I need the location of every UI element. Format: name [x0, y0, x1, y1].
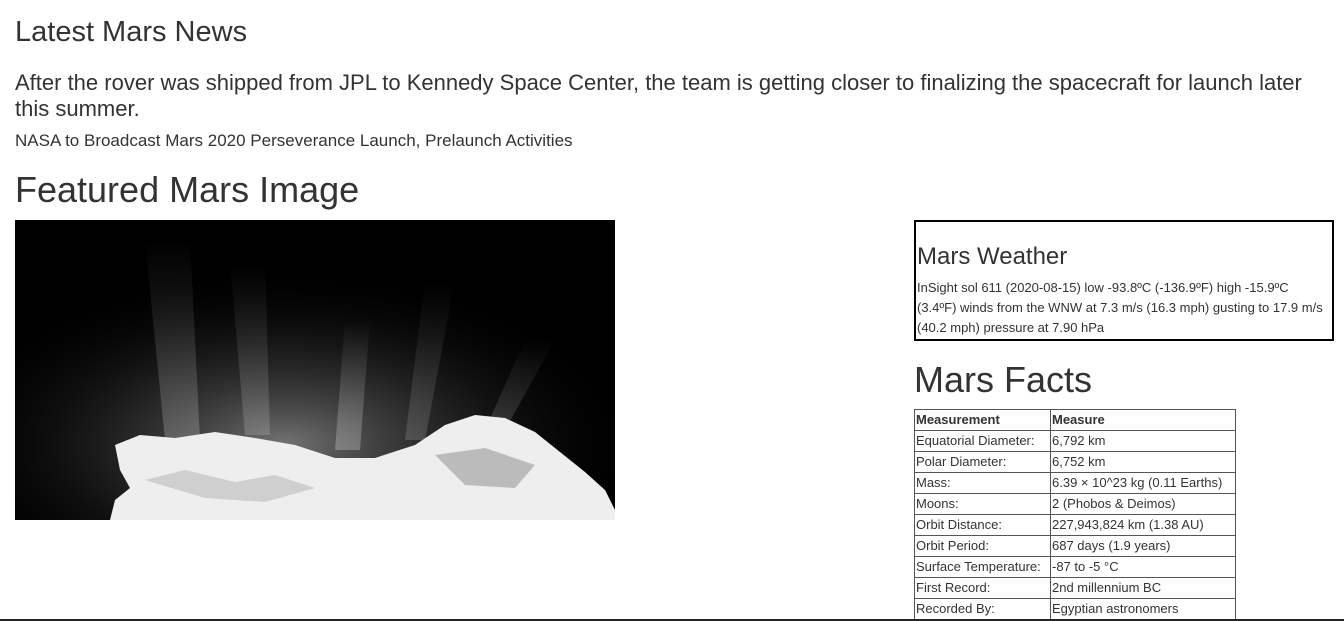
table-header-row: Measurement Measure	[914, 409, 1236, 431]
table-row: Orbit Distance: 227,943,824 km (1.38 AU)	[914, 514, 1236, 536]
fact-label: First Record:	[914, 577, 1051, 599]
table-row: Surface Temperature: -87 to -5 °C	[914, 556, 1236, 578]
header-measurement: Measurement	[914, 409, 1051, 431]
news-headline: NASA to Broadcast Mars 2020 Perseverance…	[15, 131, 573, 150]
fact-value: 6,752 km	[1050, 451, 1236, 473]
fact-label: Orbit Period:	[914, 535, 1051, 557]
facts-table: Measurement Measure Equatorial Diameter:…	[914, 409, 1236, 620]
facts-title: Mars Facts	[914, 359, 1093, 400]
weather-text: InSight sol 611 (2020-08-15) low -93.8ºC…	[917, 280, 1323, 335]
fact-label: Orbit Distance:	[914, 514, 1051, 536]
fact-value: 687 days (1.9 years)	[1050, 535, 1236, 557]
fact-value: Egyptian astronomers	[1050, 598, 1236, 620]
featured-image-title: Featured Mars Image	[15, 169, 360, 210]
fact-label: Polar Diameter:	[914, 451, 1051, 473]
table-row: Orbit Period: 687 days (1.9 years)	[914, 535, 1236, 557]
table-row: Polar Diameter: 6,752 km	[914, 451, 1236, 473]
weather-title: Mars Weather	[917, 243, 1068, 270]
fact-label: Recorded By:	[914, 598, 1051, 620]
featured-image	[15, 220, 615, 520]
fact-label: Equatorial Diameter:	[914, 430, 1051, 452]
table-row: Moons: 2 (Phobos & Deimos)	[914, 493, 1236, 515]
fact-value: 6.39 × 10^23 kg (0.11 Earths)	[1050, 472, 1236, 494]
fact-label: Surface Temperature:	[914, 556, 1051, 578]
fact-value: 6,792 km	[1050, 430, 1236, 452]
table-row: Recorded By: Egyptian astronomers	[914, 598, 1236, 620]
weather-box: Mars Weather InSight sol 611 (2020-08-15…	[914, 220, 1334, 341]
fact-value: 2nd millennium BC	[1050, 577, 1236, 599]
news-teaser: After the rover was shipped from JPL to …	[15, 70, 1302, 121]
table-row: First Record: 2nd millennium BC	[914, 577, 1236, 599]
fact-label: Moons:	[914, 493, 1051, 515]
fact-value: 227,943,824 km (1.38 AU)	[1050, 514, 1236, 536]
latest-news-title: Latest Mars News	[15, 16, 248, 48]
table-row: Mass: 6.39 × 10^23 kg (0.11 Earths)	[914, 472, 1236, 494]
table-row: Equatorial Diameter: 6,792 km	[914, 430, 1236, 452]
fact-value: 2 (Phobos & Deimos)	[1050, 493, 1236, 515]
header-measure: Measure	[1050, 409, 1236, 431]
fact-value: -87 to -5 °C	[1050, 556, 1236, 578]
fact-label: Mass:	[914, 472, 1051, 494]
